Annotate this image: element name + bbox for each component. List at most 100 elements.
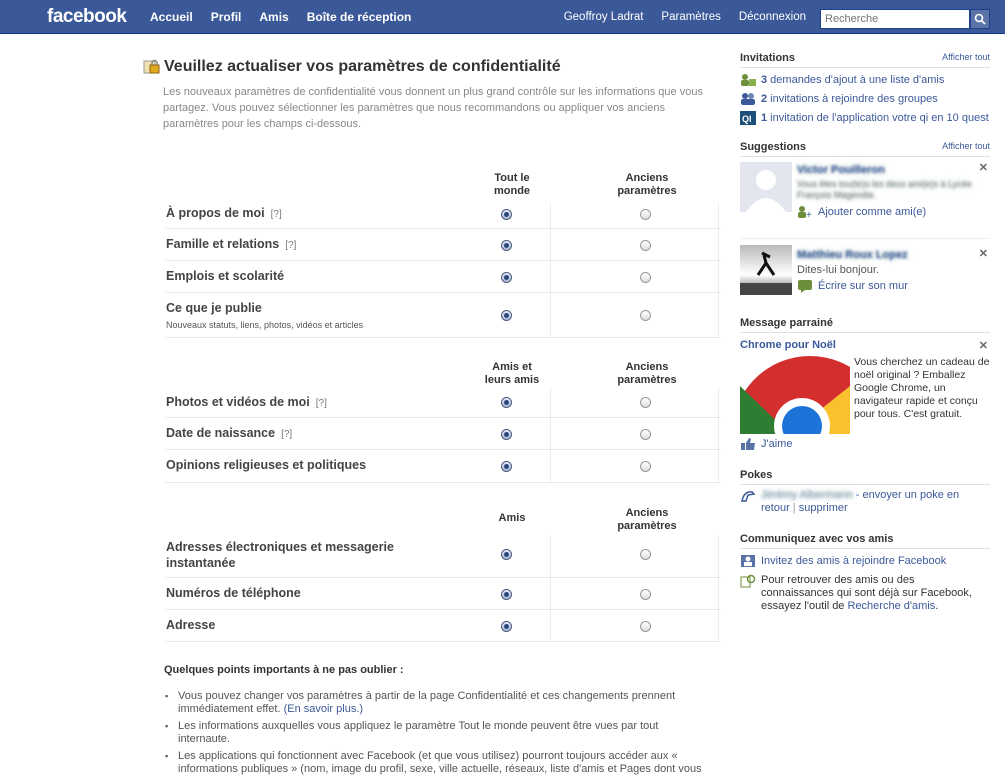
ad-text: Vous cherchez un cadeau de noël original… — [854, 356, 990, 420]
radio-friends[interactable] — [501, 621, 512, 632]
radio-friends[interactable] — [501, 549, 512, 560]
radio-friends-of-friends[interactable] — [501, 397, 512, 408]
radio-old-settings[interactable] — [640, 549, 651, 560]
suggestions-title: Suggestions — [740, 141, 807, 153]
chrome-ad-image[interactable] — [740, 356, 850, 434]
column-header-old-settings: Anciens paramètres — [617, 361, 677, 386]
note-item: Les informations auxquelles vous appliqu… — [164, 720, 704, 746]
setting-row-religion-politics: Opinions religieuses et politiques — [165, 450, 721, 483]
like-ad-link[interactable]: J'aime — [740, 437, 792, 451]
invite-icon — [740, 554, 756, 568]
help-link[interactable]: [?] — [316, 398, 327, 409]
page-title: Veuillez actualiser vos paramètres de co… — [164, 58, 561, 75]
friend-photo — [740, 245, 792, 295]
radio-friends[interactable] — [501, 589, 512, 600]
sponsored-ad: Chrome pour Noël ✕ Vous cherchez un cade… — [740, 333, 990, 451]
note-item: Vous pouvez changer vos paramètres à par… — [164, 690, 704, 716]
setting-label: Date de naissance — [166, 426, 276, 440]
search-icon — [974, 13, 986, 25]
connect-title: Communiquez avec vos amis — [740, 533, 894, 545]
add-friend-link[interactable]: + Ajouter comme ami(e) — [797, 205, 982, 221]
dismiss-suggestion-button[interactable]: ✕ — [979, 247, 988, 260]
group-icon — [740, 92, 756, 106]
radio-everyone[interactable] — [501, 209, 512, 220]
setting-label: Numéros de téléphone — [166, 586, 301, 600]
learn-more-link[interactable]: (En savoir plus.) — [284, 703, 363, 715]
setting-label: Famille et relations — [166, 237, 280, 251]
lock-icon — [143, 59, 161, 75]
thumbs-up-icon — [740, 437, 756, 451]
help-link[interactable]: [?] — [285, 240, 296, 251]
suggestion-card: Matthieu Roux Lopez Dites-lui bonjour. É… — [740, 239, 990, 303]
invite-friends-link[interactable]: Invitez des amis à rejoindre Facebook — [740, 554, 990, 568]
friend-finder-promo: Pour retrouver des amis ou des connaissa… — [740, 574, 990, 613]
svg-text:+: + — [806, 210, 812, 219]
nav-user-name[interactable]: Geoffroy Ladrat — [555, 11, 653, 23]
privacy-transition-panel: Veuillez actualiser vos paramètres de co… — [143, 58, 723, 132]
qi-app-icon: QI — [740, 111, 756, 125]
connect-header: Communiquez avec vos amis — [740, 533, 990, 549]
setting-label: Adresses électroniques et messagerie ins… — [166, 540, 394, 570]
column-header-old-settings: Anciens paramètres — [617, 172, 677, 197]
nav-home[interactable]: Accueil — [150, 10, 202, 24]
radio-old-settings[interactable] — [640, 429, 651, 440]
write-on-wall-link[interactable]: Écrire sur son mur — [797, 279, 982, 293]
radio-old-settings[interactable] — [640, 621, 651, 632]
see-all-suggestions-link[interactable]: Afficher tout — [942, 141, 990, 153]
poke-item: Jérémy Albermann - envoyer un poke en re… — [740, 489, 990, 515]
radio-old-settings[interactable] — [640, 589, 651, 600]
suggestion-reason: Vous êtes tou(te)s les deux ami(e)s à Ly… — [797, 179, 972, 200]
setting-row-birthday: Date de naissance [?] — [165, 418, 721, 450]
nav-inbox[interactable]: Boîte de réception — [298, 10, 421, 24]
delete-poke-link[interactable]: supprimer — [799, 502, 848, 514]
setting-row-about-me: À propos de moi [?] — [165, 202, 721, 229]
setting-label: Opinions religieuses et politiques — [166, 458, 367, 472]
dismiss-ad-button[interactable]: ✕ — [979, 339, 988, 352]
radio-old-settings[interactable] — [640, 310, 651, 321]
dismiss-suggestion-button[interactable]: ✕ — [979, 161, 988, 174]
suggestions-header: Suggestions Afficher tout — [740, 141, 990, 157]
radio-everyone[interactable] — [501, 240, 512, 251]
group-invitation-link[interactable]: 2 invitations à rejoindre des groupes — [740, 92, 990, 106]
radio-old-settings[interactable] — [640, 461, 651, 472]
friend-finder-link[interactable]: Recherche d'amis — [848, 600, 936, 612]
radio-everyone[interactable] — [501, 272, 512, 283]
see-all-invitations-link[interactable]: Afficher tout — [942, 52, 990, 64]
radio-friends-of-friends[interactable] — [501, 461, 512, 472]
app-invitation-link[interactable]: QI 1 invitation de l'application votre q… — [740, 111, 990, 125]
help-link[interactable]: [?] — [271, 209, 282, 220]
radio-old-settings[interactable] — [640, 397, 651, 408]
setting-label: Ce que je publie — [166, 301, 262, 315]
wall-post-icon — [797, 279, 813, 293]
radio-old-settings[interactable] — [640, 272, 651, 283]
ad-title[interactable]: Chrome pour Noël — [740, 339, 836, 351]
search-button[interactable] — [970, 9, 990, 29]
nav-settings[interactable]: Paramètres — [652, 11, 729, 23]
radio-friends-of-friends[interactable] — [501, 429, 512, 440]
setting-sublabel: Nouveaux statuts, liens, photos, vidéos … — [166, 320, 364, 330]
setting-label: Adresse — [166, 618, 216, 632]
default-avatar — [740, 162, 792, 212]
radio-old-settings[interactable] — [640, 240, 651, 251]
column-header-old-settings: Anciens paramètres — [617, 507, 677, 532]
suggestion-name[interactable]: Matthieu Roux Lopez — [797, 249, 982, 261]
radio-old-settings[interactable] — [640, 209, 651, 220]
setting-row-phone: Numéros de téléphone — [165, 578, 721, 610]
nav-logout[interactable]: Déconnexion — [730, 11, 815, 23]
nav-profile[interactable]: Profil — [202, 10, 251, 24]
radio-everyone[interactable] — [501, 310, 512, 321]
friend-list-request-link[interactable]: 3 demandes d'ajout à une liste d'amis — [740, 73, 990, 87]
poker-name[interactable]: Jérémy Albermann — [761, 489, 853, 501]
sponsored-title: Message parrainé — [740, 317, 833, 329]
nav-friends[interactable]: Amis — [250, 10, 297, 24]
help-link[interactable]: [?] — [281, 429, 292, 440]
sponsored-header: Message parrainé — [740, 317, 990, 333]
setting-label: Emplois et scolarité — [166, 269, 285, 283]
setting-label: À propos de moi — [166, 206, 265, 220]
notes-title: Quelques points importants à ne pas oubl… — [164, 664, 404, 676]
important-notes: Quelques points importants à ne pas oubl… — [164, 664, 704, 777]
friend-request-icon — [740, 73, 756, 87]
suggestion-name[interactable]: Victor Pouilleron — [797, 164, 982, 176]
facebook-logo[interactable]: facebook — [47, 6, 127, 28]
search-input[interactable] — [820, 9, 970, 29]
